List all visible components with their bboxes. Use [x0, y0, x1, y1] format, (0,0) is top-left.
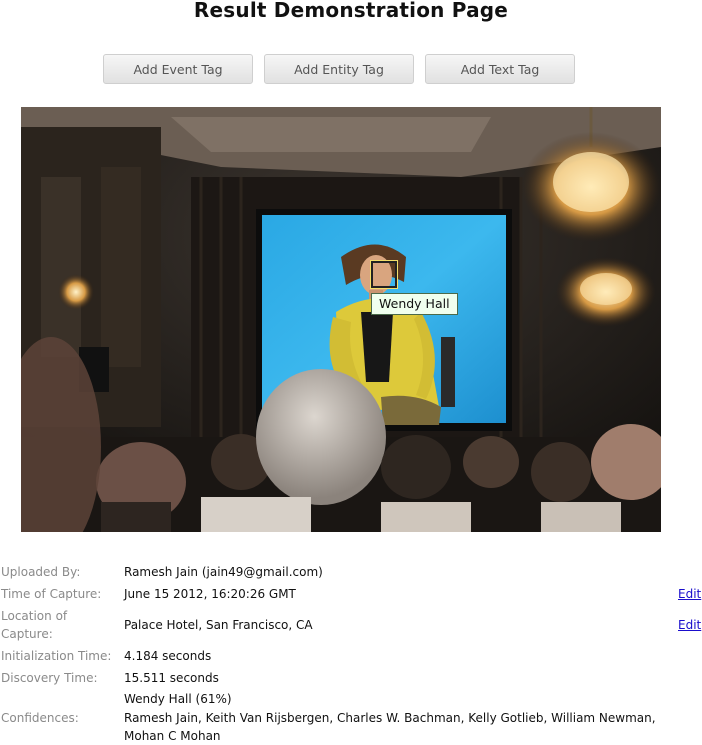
tag-toolbar: Add Event Tag Add Entity Tag Add Text Ta… — [103, 54, 575, 84]
location-of-capture-value: Palace Hotel, San Francisco, CA — [124, 618, 313, 632]
face-tag-box[interactable] — [370, 260, 398, 289]
edit-time-of-capture-link[interactable]: Edit — [678, 585, 701, 603]
add-entity-tag-button[interactable]: Add Entity Tag — [264, 54, 414, 84]
location-of-capture-label-line2: Capture: — [1, 627, 53, 641]
add-event-tag-button[interactable]: Add Event Tag — [103, 54, 253, 84]
discovery-time-label: Discovery Time: — [1, 671, 98, 685]
time-of-capture-label: Time of Capture: — [1, 587, 102, 601]
page-title: Result Demonstration Page — [193, 0, 509, 22]
event-photo: Wendy Hall — [21, 107, 661, 532]
confidences-label: Confidences: — [1, 711, 79, 725]
initialization-time-label: Initialization Time: — [1, 649, 112, 663]
time-of-capture-value: June 15 2012, 16:20:26 GMT — [124, 587, 296, 601]
confidence-top-match: Wendy Hall (61%) — [124, 692, 232, 706]
add-text-tag-button[interactable]: Add Text Tag — [425, 54, 575, 84]
edit-location-of-capture-link[interactable]: Edit — [678, 616, 701, 634]
uploaded-by-value: Ramesh Jain (jain49@gmail.com) — [124, 565, 323, 579]
location-of-capture-label-line1: Location of — [1, 609, 68, 623]
initialization-time-value: 4.184 seconds — [124, 649, 212, 663]
event-photo-illustration — [21, 107, 661, 532]
discovery-time-value: 15.511 seconds — [124, 671, 219, 685]
uploaded-by-label: Uploaded By: — [1, 565, 81, 579]
face-tag-label[interactable]: Wendy Hall — [371, 293, 458, 315]
